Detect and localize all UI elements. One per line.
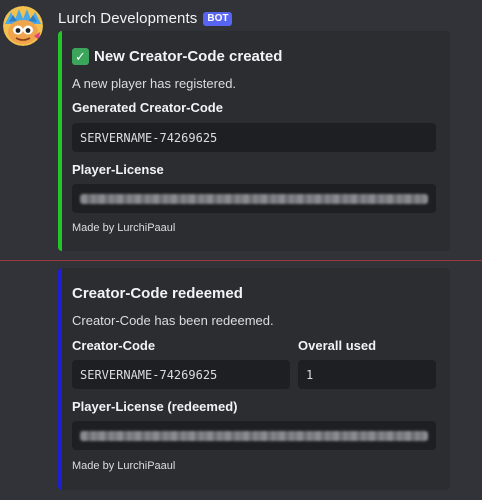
embed-description: Creator-Code has been redeemed. xyxy=(72,313,274,328)
embed-creator-code-redeemed: Creator-Code redeemed Creator-Code has b… xyxy=(58,268,450,490)
code-text: 1 xyxy=(306,367,314,382)
player-license-redeemed-value-blurred[interactable] xyxy=(72,421,436,450)
field-name-creator-code: Creator-Code xyxy=(72,338,156,353)
embed-title: Creator-Code redeemed xyxy=(72,285,243,302)
embed-description: A new player has registered. xyxy=(72,76,237,91)
field-name-generated-code: Generated Creator-Code xyxy=(72,100,223,115)
embed-color-bar xyxy=(58,31,62,251)
bot-avatar[interactable] xyxy=(3,6,43,46)
overall-used-value[interactable]: 1 xyxy=(298,360,436,389)
embed-footer: Made by LurchiPaaul xyxy=(72,460,176,472)
embed-title: ✓ New Creator-Code created xyxy=(72,48,282,65)
field-name-overall-used: Overall used xyxy=(298,338,377,353)
new-messages-divider xyxy=(0,260,482,261)
field-name-player-license: Player-License xyxy=(72,162,164,177)
generated-creator-code-value[interactable]: SERVERNAME-74269625 xyxy=(72,123,436,152)
message-header: Lurch Developments BOT xyxy=(58,8,233,28)
embed-color-bar xyxy=(58,268,62,490)
embed-title-text: New Creator-Code created xyxy=(94,48,283,65)
embed-footer: Made by LurchiPaaul xyxy=(72,222,176,234)
author-name[interactable]: Lurch Developments xyxy=(58,10,197,27)
bot-badge: BOT xyxy=(203,11,233,26)
redacted-license xyxy=(80,194,428,204)
field-name-player-license-redeemed: Player-License (redeemed) xyxy=(72,399,238,414)
axolotl-avatar-icon xyxy=(3,6,43,46)
code-text: SERVERNAME-74269625 xyxy=(80,130,218,145)
check-mark-icon: ✓ xyxy=(72,48,89,65)
discord-message: Lurch Developments BOT ✓ New Creator-Cod… xyxy=(0,0,482,500)
embed-title-text: Creator-Code redeemed xyxy=(72,285,243,302)
code-text: SERVERNAME-74269625 xyxy=(80,367,218,382)
player-license-value-blurred[interactable] xyxy=(72,184,436,213)
embed-new-creator-code: ✓ New Creator-Code created A new player … xyxy=(58,31,450,251)
creator-code-value[interactable]: SERVERNAME-74269625 xyxy=(72,360,290,389)
redacted-license xyxy=(80,431,428,441)
